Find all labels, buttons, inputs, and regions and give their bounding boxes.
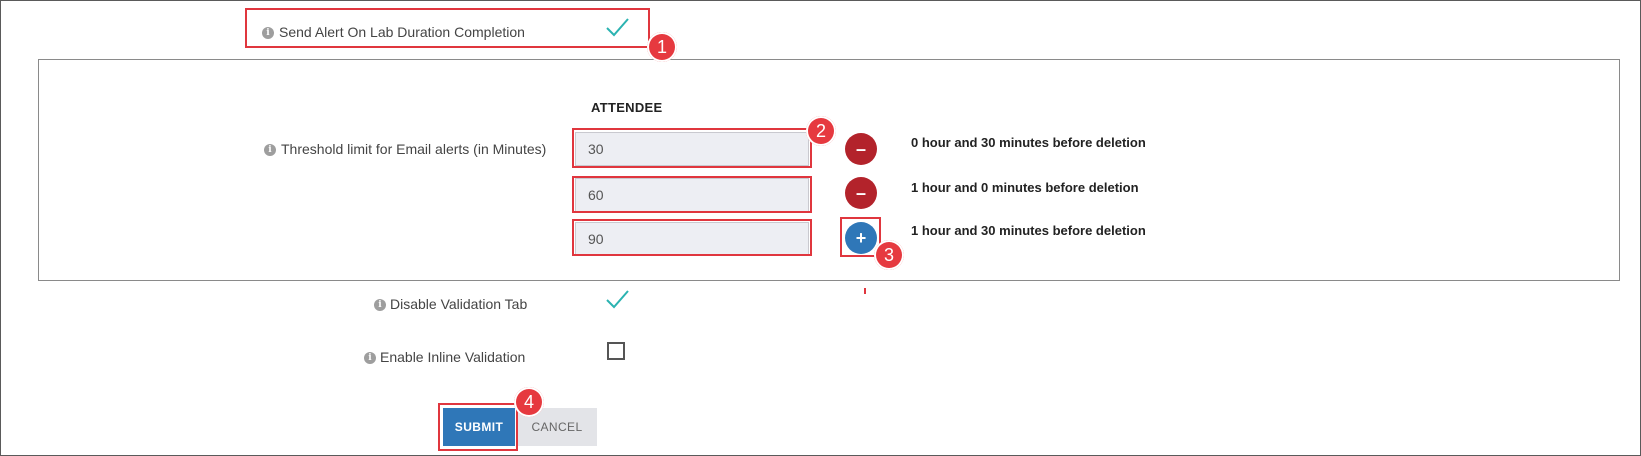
threshold-description-1: 0 hour and 30 minutes before deletion: [911, 135, 1146, 150]
info-icon: i: [374, 299, 386, 311]
disable-validation-label: Disable Validation Tab: [390, 296, 528, 312]
annotation-badge-2: 2: [806, 116, 836, 146]
threshold-description-3: 1 hour and 30 minutes before deletion: [911, 223, 1146, 238]
attendee-column-header: ATTENDEE: [591, 100, 663, 115]
threshold-description-2: 1 hour and 0 minutes before deletion: [911, 180, 1139, 195]
threshold-label: Threshold limit for Email alerts (in Min…: [281, 141, 547, 157]
remove-threshold-button-2[interactable]: –: [845, 177, 877, 209]
remove-threshold-button-1[interactable]: –: [845, 133, 877, 165]
highlight-box-4: [438, 403, 518, 451]
highlight-box-2c: [572, 219, 812, 256]
annotation-badge-4: 4: [514, 387, 544, 417]
info-icon: i: [264, 144, 276, 156]
disable-validation-check-icon[interactable]: [604, 288, 630, 310]
info-icon: i: [364, 352, 376, 364]
inline-validation-checkbox[interactable]: [607, 342, 625, 360]
highlight-box-1: [245, 8, 650, 48]
highlight-box-2b: [572, 176, 812, 213]
highlight-box-2a: [572, 128, 812, 168]
stray-mark: [864, 288, 866, 294]
threshold-panel: [38, 59, 1620, 281]
inline-validation-label: Enable Inline Validation: [380, 349, 526, 365]
annotation-badge-3: 3: [874, 240, 904, 270]
annotation-badge-1: 1: [647, 32, 677, 62]
